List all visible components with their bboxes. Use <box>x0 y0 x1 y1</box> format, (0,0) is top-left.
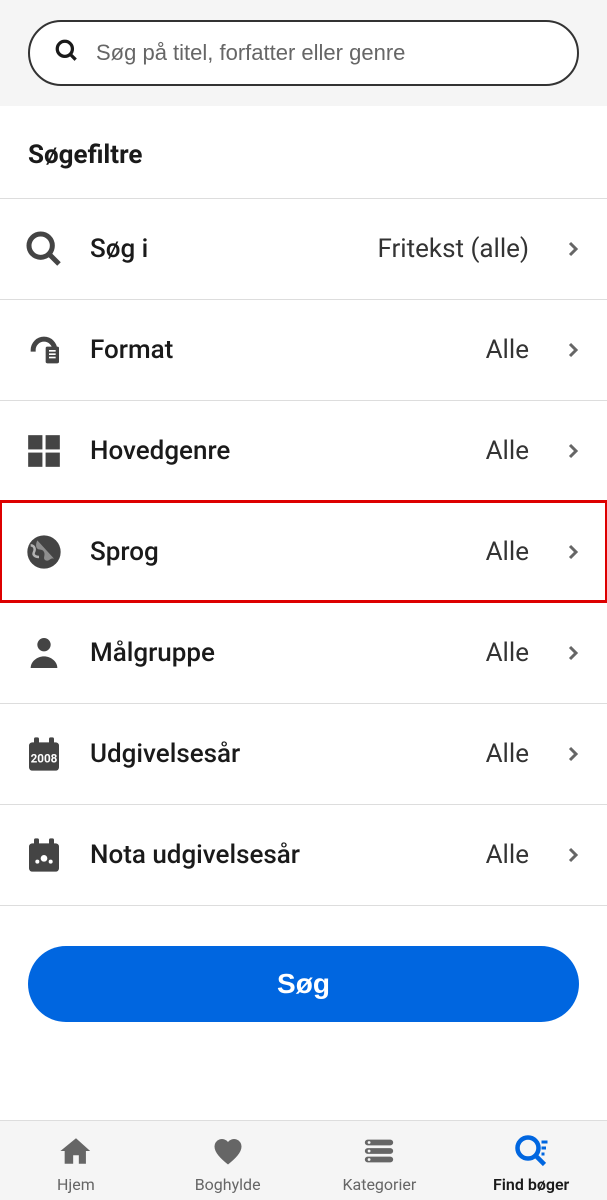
filter-label: Hovedgenre <box>90 436 462 466</box>
chevron-right-icon <box>561 641 585 665</box>
filter-label: Sprog <box>90 537 462 567</box>
filter-row-hovedgenre[interactable]: Hovedgenre Alle <box>0 400 607 501</box>
chevron-right-icon <box>561 439 585 463</box>
chevron-right-icon <box>561 742 585 766</box>
chevron-right-icon <box>561 540 585 564</box>
content: Søgefiltre Søg i Fritekst (alle) Format … <box>0 106 607 1120</box>
nav-label: Find bøger <box>493 1175 569 1194</box>
heart-icon <box>210 1133 246 1169</box>
search-icon <box>54 38 80 68</box>
filter-value: Alle <box>486 638 529 668</box>
filter-row-nota-udgivelsesår[interactable]: Nota udgivelsesår Alle <box>0 804 607 906</box>
calendar-nota-icon <box>22 833 66 877</box>
nav-label: Hjem <box>57 1175 95 1194</box>
chevron-right-icon <box>561 843 585 867</box>
filter-row-søg-i[interactable]: Søg i Fritekst (alle) <box>0 198 607 299</box>
filter-label: Udgivelsesår <box>90 739 462 769</box>
filter-row-format[interactable]: Format Alle <box>0 299 607 400</box>
nav-item-boghylde[interactable]: Boghylde <box>152 1133 304 1194</box>
person-icon <box>22 631 66 675</box>
filter-value: Alle <box>486 436 529 466</box>
nav-label: Boghylde <box>195 1175 261 1194</box>
home-icon <box>58 1133 94 1169</box>
search-button[interactable]: Søg <box>28 946 579 1022</box>
search-find-icon <box>513 1133 549 1169</box>
filter-row-sprog[interactable]: Sprog Alle <box>0 501 607 602</box>
globe-icon <box>22 530 66 574</box>
filter-label: Søg i <box>90 234 353 264</box>
filter-label: Målgruppe <box>90 638 462 668</box>
search-button-container: Søg <box>0 906 607 1062</box>
nav-label: Kategorier <box>342 1175 416 1194</box>
nav-item-kategorier[interactable]: Kategorier <box>304 1133 456 1194</box>
filter-row-udgivelsesår[interactable]: 2008 Udgivelsesår Alle <box>0 703 607 804</box>
calendar-year-icon: 2008 <box>22 732 66 776</box>
search-box[interactable] <box>28 20 579 86</box>
bottom-nav: Hjem Boghylde Kategorier Find bøger <box>0 1120 607 1200</box>
filter-value: Alle <box>486 739 529 769</box>
filter-value: Fritekst (alle) <box>377 234 529 264</box>
chevron-right-icon <box>561 338 585 362</box>
list-icon <box>361 1133 397 1169</box>
filter-value: Alle <box>486 840 529 870</box>
filter-row-målgruppe[interactable]: Målgruppe Alle <box>0 602 607 703</box>
filter-value: Alle <box>486 537 529 567</box>
nav-item-hjem[interactable]: Hjem <box>0 1133 152 1194</box>
format-icon <box>22 328 66 372</box>
search-input[interactable] <box>96 40 553 66</box>
filter-label: Format <box>90 335 462 365</box>
search-icon <box>22 227 66 271</box>
nav-item-find-bøger[interactable]: Find bøger <box>455 1133 607 1194</box>
filter-label: Nota udgivelsesår <box>90 840 462 870</box>
section-title: Søgefiltre <box>0 106 607 198</box>
grid-icon <box>22 429 66 473</box>
svg-text:2008: 2008 <box>31 751 58 765</box>
chevron-right-icon <box>561 237 585 261</box>
filter-value: Alle <box>486 335 529 365</box>
search-header <box>0 0 607 106</box>
